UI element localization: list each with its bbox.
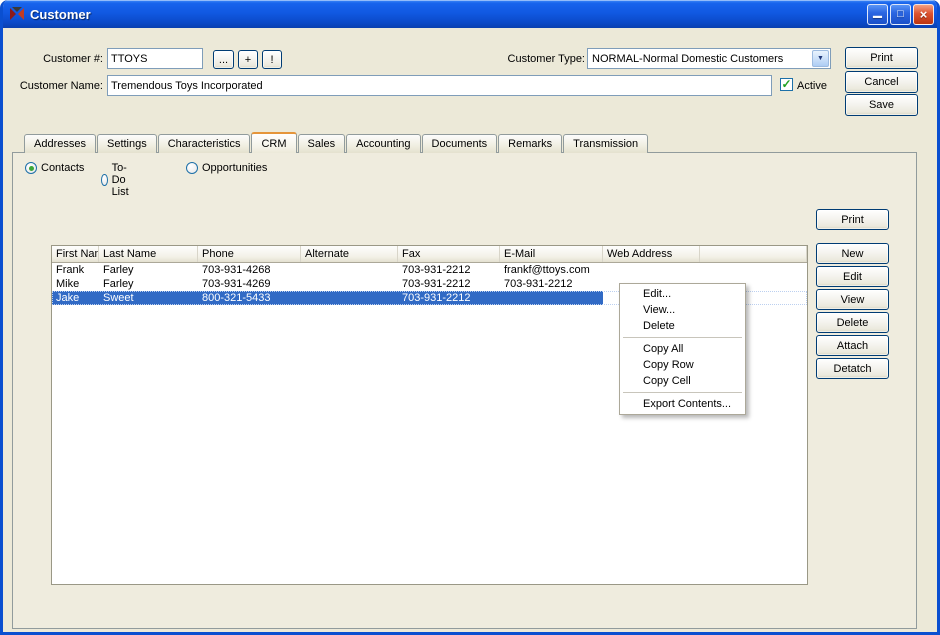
side-button-stack: New Edit View Delete Attach Detatch xyxy=(816,243,889,379)
chevron-down-icon[interactable]: ▼ xyxy=(812,50,829,67)
view-button[interactable]: View xyxy=(816,289,889,310)
cell-email: frankf@ttoys.com xyxy=(504,264,590,276)
customer-type-select[interactable]: NORMAL-Normal Domestic Customers ▼ xyxy=(587,48,831,69)
menu-item-copy-all[interactable]: Copy All xyxy=(621,341,744,357)
column-header-filler xyxy=(700,246,807,262)
column-header-email[interactable]: E-Mail xyxy=(500,246,603,262)
column-header-alternate[interactable]: Alternate xyxy=(301,246,398,262)
menu-item-copy-row[interactable]: Copy Row xyxy=(621,357,744,373)
new-button[interactable]: New xyxy=(816,243,889,264)
edit-button[interactable]: Edit xyxy=(816,266,889,287)
detach-button[interactable]: Detatch xyxy=(816,358,889,379)
cell-web-address xyxy=(603,263,700,277)
cell-alternate xyxy=(301,291,398,305)
radio-icon xyxy=(186,162,198,174)
radio-todo-list[interactable]: To-Do List xyxy=(101,162,134,198)
window-body: Customer #: ... + ! Customer Type: NORMA… xyxy=(3,28,937,632)
cell-email xyxy=(500,291,603,305)
tab-remarks[interactable]: Remarks xyxy=(498,134,563,153)
tab-accounting[interactable]: Accounting xyxy=(346,134,421,153)
tab-sales[interactable]: Sales xyxy=(297,134,346,153)
column-header-last-name[interactable]: Last Name xyxy=(99,246,198,262)
menu-item-copy-cell[interactable]: Copy Cell xyxy=(621,373,744,389)
titlebar: Customer ▁ □ × xyxy=(3,0,937,28)
customer-type-label: Customer Type: xyxy=(507,53,585,65)
customer-name-label: Customer Name: xyxy=(19,80,103,92)
radio-contacts[interactable]: Contacts xyxy=(25,162,84,174)
radio-label: Contacts xyxy=(41,162,85,174)
tab-crm[interactable]: CRM xyxy=(251,132,297,153)
cancel-button[interactable]: Cancel xyxy=(845,71,918,93)
menu-separator xyxy=(623,337,742,338)
column-header-first-name[interactable]: First Name xyxy=(52,246,99,262)
menu-item-export-contents[interactable]: Export Contents... xyxy=(621,396,744,412)
cell-alternate xyxy=(301,263,398,277)
active-checkbox[interactable]: ✓ xyxy=(780,78,793,91)
active-label: Active xyxy=(797,80,827,92)
column-header-web-address[interactable]: Web Address xyxy=(603,246,700,262)
menu-item-edit[interactable]: Edit... xyxy=(621,286,744,302)
customer-name-input[interactable] xyxy=(107,75,772,96)
crm-panel: Contacts To-Do List Opportunities Print … xyxy=(12,152,917,629)
cell-phone: 703-931-4269 xyxy=(202,278,271,290)
tab-characteristics[interactable]: Characteristics xyxy=(157,134,251,153)
app-icon xyxy=(9,6,25,22)
radio-selected-icon xyxy=(25,162,37,174)
radio-icon xyxy=(101,174,108,186)
cell-alternate xyxy=(301,277,398,291)
window-title: Customer xyxy=(30,6,91,22)
radio-label: Opportunities xyxy=(202,162,268,174)
cell-fax: 703-931-2212 xyxy=(402,278,471,290)
customer-type-value: NORMAL-Normal Domestic Customers xyxy=(592,52,784,65)
cell-fax: 703-931-2212 xyxy=(402,264,471,276)
tab-addresses[interactable]: Addresses xyxy=(24,134,96,153)
tab-documents[interactable]: Documents xyxy=(421,134,498,153)
print-button[interactable]: Print xyxy=(845,47,918,69)
cell-phone: 703-931-4268 xyxy=(202,264,271,276)
info-button[interactable]: ! xyxy=(262,50,282,69)
cell-first-name: Mike xyxy=(56,278,80,290)
delete-button[interactable]: Delete xyxy=(816,312,889,333)
lookup-button[interactable]: ... xyxy=(213,50,234,69)
cell-last-name: Sweet xyxy=(99,291,198,305)
cell-fax: 703-931-2212 xyxy=(398,291,500,305)
table-header: First Name Last Name Phone Alternate Fax… xyxy=(52,246,807,263)
tab-settings[interactable]: Settings xyxy=(96,134,157,153)
cell-last-name: Farley xyxy=(103,264,134,276)
save-button[interactable]: Save xyxy=(845,94,918,116)
customer-number-input[interactable] xyxy=(107,48,203,69)
menu-item-delete[interactable]: Delete xyxy=(621,318,744,334)
column-header-phone[interactable]: Phone xyxy=(198,246,301,262)
close-icon[interactable]: × xyxy=(913,3,934,25)
menu-item-view[interactable]: View... xyxy=(621,302,744,318)
tab-bar: Addresses Settings Characteristics CRM S… xyxy=(24,132,649,153)
cell-first-name: Jake xyxy=(52,291,99,305)
cell-first-name: Frank xyxy=(56,264,85,276)
menu-separator xyxy=(623,392,742,393)
window-controls: ▁ □ × xyxy=(867,3,934,25)
tab-transmission[interactable]: Transmission xyxy=(563,134,649,153)
cell-last-name: Farley xyxy=(103,278,134,290)
table-row[interactable]: Frank Farley 703-931-4268 703-931-2212 f… xyxy=(52,263,807,277)
cell-email: 703-931-2212 xyxy=(504,278,573,290)
customer-number-label: Customer #: xyxy=(43,53,103,65)
radio-opportunities[interactable]: Opportunities xyxy=(186,162,267,174)
maximize-icon[interactable]: □ xyxy=(890,3,911,25)
minimize-icon[interactable]: ▁ xyxy=(867,3,888,25)
check-icon: ✓ xyxy=(781,77,792,91)
customer-window: Customer ▁ □ × Customer #: ... + ! Custo… xyxy=(0,0,940,635)
attach-button[interactable]: Attach xyxy=(816,335,889,356)
context-menu: Edit... View... Delete Copy All Copy Row… xyxy=(619,283,746,415)
radio-label: To-Do List xyxy=(111,162,129,198)
column-header-fax[interactable]: Fax xyxy=(398,246,500,262)
print-contacts-button[interactable]: Print xyxy=(816,209,889,230)
cell-phone: 800-321-5433 xyxy=(198,291,301,305)
add-button[interactable]: + xyxy=(238,50,258,69)
